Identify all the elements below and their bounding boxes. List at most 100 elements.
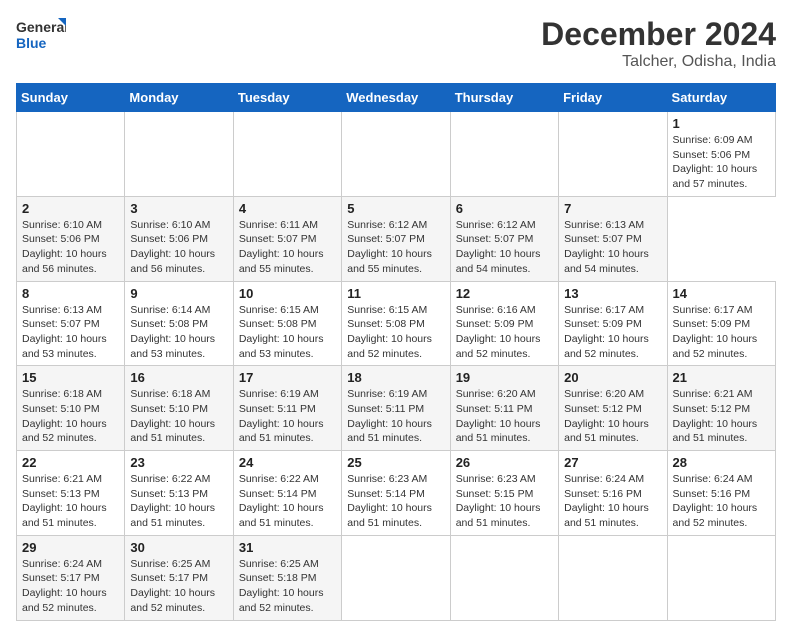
calendar-header-friday: Friday — [559, 84, 667, 112]
day-info: Sunrise: 6:18 AM Sunset: 5:10 PM Dayligh… — [130, 387, 227, 446]
calendar-day-18: 18 Sunrise: 6:19 AM Sunset: 5:11 PM Dayl… — [342, 366, 450, 451]
day-number: 20 — [564, 370, 661, 385]
day-info: Sunrise: 6:19 AM Sunset: 5:11 PM Dayligh… — [347, 387, 444, 446]
day-info: Sunrise: 6:20 AM Sunset: 5:12 PM Dayligh… — [564, 387, 661, 446]
day-info: Sunrise: 6:25 AM Sunset: 5:17 PM Dayligh… — [130, 557, 227, 616]
day-number: 5 — [347, 201, 444, 216]
day-info: Sunrise: 6:10 AM Sunset: 5:06 PM Dayligh… — [130, 218, 227, 277]
calendar-day-24: 24 Sunrise: 6:22 AM Sunset: 5:14 PM Dayl… — [233, 451, 341, 536]
calendar-day-26: 26 Sunrise: 6:23 AM Sunset: 5:15 PM Dayl… — [450, 451, 558, 536]
page-header: General Blue December 2024 Talcher, Odis… — [16, 16, 776, 71]
empty-cell — [125, 112, 233, 197]
calendar-day-2: 2 Sunrise: 6:10 AM Sunset: 5:06 PM Dayli… — [17, 196, 125, 281]
empty-cell — [450, 112, 558, 197]
day-info: Sunrise: 6:17 AM Sunset: 5:09 PM Dayligh… — [673, 303, 770, 362]
day-number: 12 — [456, 286, 553, 301]
day-info: Sunrise: 6:21 AM Sunset: 5:12 PM Dayligh… — [673, 387, 770, 446]
day-number: 28 — [673, 455, 770, 470]
day-number: 6 — [456, 201, 553, 216]
day-info: Sunrise: 6:15 AM Sunset: 5:08 PM Dayligh… — [347, 303, 444, 362]
empty-cell — [667, 535, 775, 620]
day-info: Sunrise: 6:20 AM Sunset: 5:11 PM Dayligh… — [456, 387, 553, 446]
day-number: 8 — [22, 286, 119, 301]
calendar-week-5: 22 Sunrise: 6:21 AM Sunset: 5:13 PM Dayl… — [17, 451, 776, 536]
location: Talcher, Odisha, India — [541, 53, 776, 71]
calendar-week-6: 29 Sunrise: 6:24 AM Sunset: 5:17 PM Dayl… — [17, 535, 776, 620]
calendar-day-29: 29 Sunrise: 6:24 AM Sunset: 5:17 PM Dayl… — [17, 535, 125, 620]
calendar-day-10: 10 Sunrise: 6:15 AM Sunset: 5:08 PM Dayl… — [233, 281, 341, 366]
day-info: Sunrise: 6:19 AM Sunset: 5:11 PM Dayligh… — [239, 387, 336, 446]
day-number: 30 — [130, 540, 227, 555]
calendar-header-thursday: Thursday — [450, 84, 558, 112]
logo: General Blue — [16, 16, 66, 56]
day-info: Sunrise: 6:25 AM Sunset: 5:18 PM Dayligh… — [239, 557, 336, 616]
calendar-day-5: 5 Sunrise: 6:12 AM Sunset: 5:07 PM Dayli… — [342, 196, 450, 281]
calendar-day-6: 6 Sunrise: 6:12 AM Sunset: 5:07 PM Dayli… — [450, 196, 558, 281]
day-info: Sunrise: 6:13 AM Sunset: 5:07 PM Dayligh… — [22, 303, 119, 362]
calendar-header-monday: Monday — [125, 84, 233, 112]
day-number: 27 — [564, 455, 661, 470]
calendar-table: SundayMondayTuesdayWednesdayThursdayFrid… — [16, 83, 776, 621]
calendar-day-27: 27 Sunrise: 6:24 AM Sunset: 5:16 PM Dayl… — [559, 451, 667, 536]
calendar-day-1: 1 Sunrise: 6:09 AM Sunset: 5:06 PM Dayli… — [667, 112, 775, 197]
calendar-day-25: 25 Sunrise: 6:23 AM Sunset: 5:14 PM Dayl… — [342, 451, 450, 536]
day-info: Sunrise: 6:23 AM Sunset: 5:14 PM Dayligh… — [347, 472, 444, 531]
svg-text:Blue: Blue — [16, 35, 47, 51]
day-number: 29 — [22, 540, 119, 555]
empty-cell — [559, 535, 667, 620]
day-number: 1 — [673, 116, 770, 131]
calendar-day-16: 16 Sunrise: 6:18 AM Sunset: 5:10 PM Dayl… — [125, 366, 233, 451]
empty-cell — [17, 112, 125, 197]
day-info: Sunrise: 6:14 AM Sunset: 5:08 PM Dayligh… — [130, 303, 227, 362]
day-number: 4 — [239, 201, 336, 216]
day-info: Sunrise: 6:21 AM Sunset: 5:13 PM Dayligh… — [22, 472, 119, 531]
day-info: Sunrise: 6:22 AM Sunset: 5:13 PM Dayligh… — [130, 472, 227, 531]
day-info: Sunrise: 6:17 AM Sunset: 5:09 PM Dayligh… — [564, 303, 661, 362]
calendar-day-31: 31 Sunrise: 6:25 AM Sunset: 5:18 PM Dayl… — [233, 535, 341, 620]
day-number: 23 — [130, 455, 227, 470]
day-number: 7 — [564, 201, 661, 216]
day-number: 10 — [239, 286, 336, 301]
calendar-day-4: 4 Sunrise: 6:11 AM Sunset: 5:07 PM Dayli… — [233, 196, 341, 281]
calendar-header-sunday: Sunday — [17, 84, 125, 112]
calendar-day-21: 21 Sunrise: 6:21 AM Sunset: 5:12 PM Dayl… — [667, 366, 775, 451]
day-number: 31 — [239, 540, 336, 555]
month-title: December 2024 — [541, 16, 776, 53]
calendar-day-8: 8 Sunrise: 6:13 AM Sunset: 5:07 PM Dayli… — [17, 281, 125, 366]
day-number: 2 — [22, 201, 119, 216]
calendar-day-14: 14 Sunrise: 6:17 AM Sunset: 5:09 PM Dayl… — [667, 281, 775, 366]
calendar-day-15: 15 Sunrise: 6:18 AM Sunset: 5:10 PM Dayl… — [17, 366, 125, 451]
empty-cell — [233, 112, 341, 197]
calendar-header-tuesday: Tuesday — [233, 84, 341, 112]
calendar-day-3: 3 Sunrise: 6:10 AM Sunset: 5:06 PM Dayli… — [125, 196, 233, 281]
calendar-day-7: 7 Sunrise: 6:13 AM Sunset: 5:07 PM Dayli… — [559, 196, 667, 281]
calendar-day-20: 20 Sunrise: 6:20 AM Sunset: 5:12 PM Dayl… — [559, 366, 667, 451]
day-info: Sunrise: 6:12 AM Sunset: 5:07 PM Dayligh… — [347, 218, 444, 277]
day-info: Sunrise: 6:22 AM Sunset: 5:14 PM Dayligh… — [239, 472, 336, 531]
empty-cell — [342, 535, 450, 620]
day-info: Sunrise: 6:24 AM Sunset: 5:16 PM Dayligh… — [673, 472, 770, 531]
calendar-day-13: 13 Sunrise: 6:17 AM Sunset: 5:09 PM Dayl… — [559, 281, 667, 366]
day-info: Sunrise: 6:12 AM Sunset: 5:07 PM Dayligh… — [456, 218, 553, 277]
logo-svg: General Blue — [16, 16, 66, 56]
day-number: 19 — [456, 370, 553, 385]
empty-cell — [342, 112, 450, 197]
day-info: Sunrise: 6:24 AM Sunset: 5:17 PM Dayligh… — [22, 557, 119, 616]
day-number: 9 — [130, 286, 227, 301]
calendar-day-11: 11 Sunrise: 6:15 AM Sunset: 5:08 PM Dayl… — [342, 281, 450, 366]
calendar-day-23: 23 Sunrise: 6:22 AM Sunset: 5:13 PM Dayl… — [125, 451, 233, 536]
calendar-day-9: 9 Sunrise: 6:14 AM Sunset: 5:08 PM Dayli… — [125, 281, 233, 366]
day-number: 21 — [673, 370, 770, 385]
day-info: Sunrise: 6:13 AM Sunset: 5:07 PM Dayligh… — [564, 218, 661, 277]
day-info: Sunrise: 6:16 AM Sunset: 5:09 PM Dayligh… — [456, 303, 553, 362]
day-number: 17 — [239, 370, 336, 385]
day-info: Sunrise: 6:15 AM Sunset: 5:08 PM Dayligh… — [239, 303, 336, 362]
day-info: Sunrise: 6:09 AM Sunset: 5:06 PM Dayligh… — [673, 133, 770, 192]
calendar-day-30: 30 Sunrise: 6:25 AM Sunset: 5:17 PM Dayl… — [125, 535, 233, 620]
day-number: 3 — [130, 201, 227, 216]
day-number: 22 — [22, 455, 119, 470]
day-number: 15 — [22, 370, 119, 385]
day-info: Sunrise: 6:11 AM Sunset: 5:07 PM Dayligh… — [239, 218, 336, 277]
calendar-day-22: 22 Sunrise: 6:21 AM Sunset: 5:13 PM Dayl… — [17, 451, 125, 536]
empty-cell — [559, 112, 667, 197]
